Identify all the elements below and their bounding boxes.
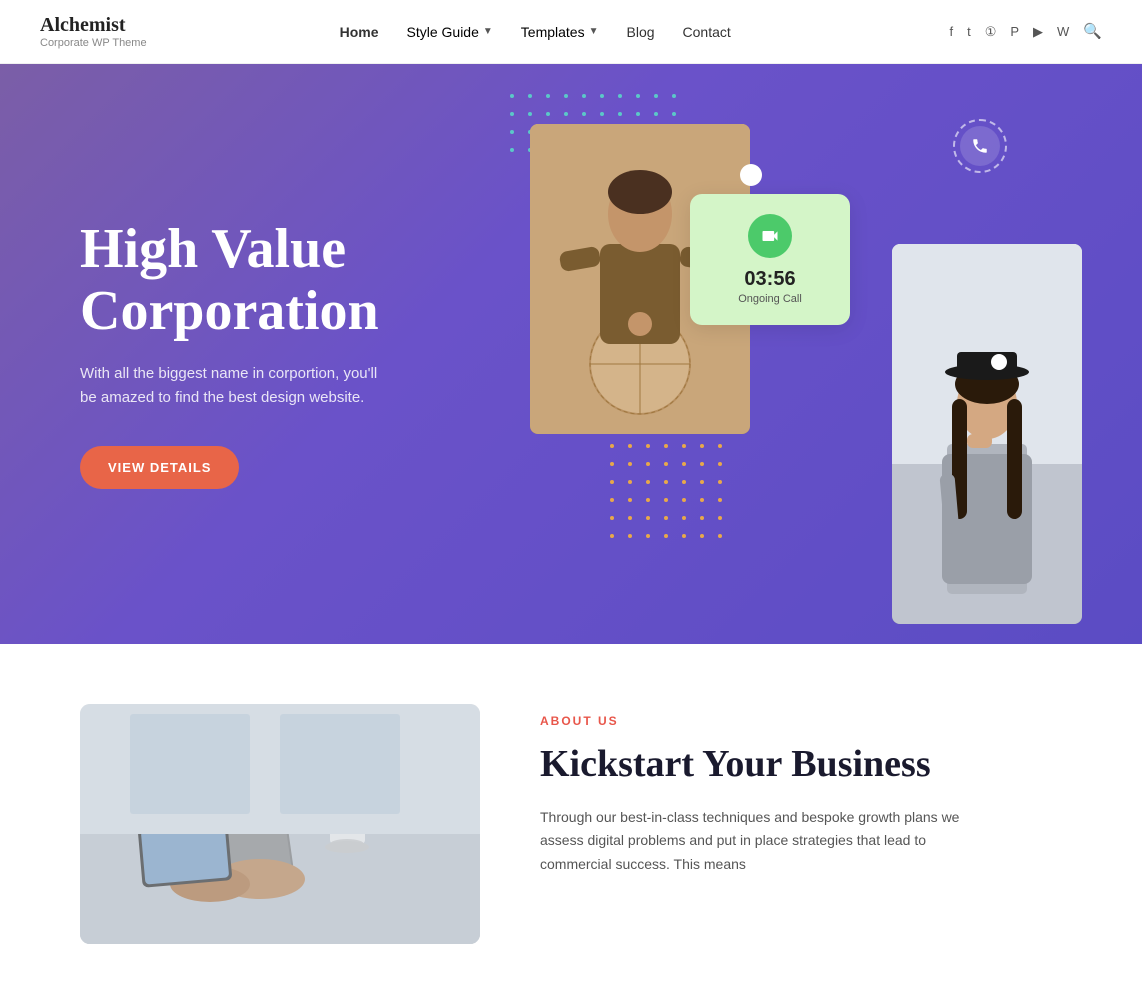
facebook-icon[interactable]: f	[949, 24, 953, 39]
hero-visual: const tealGrid = document.currentScript.…	[450, 64, 1142, 644]
hero-content: High Value Corporation With all the bigg…	[0, 159, 450, 549]
twitter-icon[interactable]: t	[967, 24, 971, 39]
chevron-down-icon: ▼	[483, 26, 493, 37]
nav-blog[interactable]: Blog	[627, 24, 655, 40]
social-icons:  f t ① P ▶ W 🔍	[924, 22, 1102, 41]
about-label: ABOUT US	[540, 714, 1062, 728]
wordpress-icon[interactable]: W	[1057, 24, 1069, 39]
call-status: Ongoing Call	[706, 293, 834, 305]
circle-decoration-2	[991, 354, 1007, 370]
video-call-icon	[748, 214, 792, 258]
view-details-button[interactable]: VIEW DETAILS	[80, 446, 239, 489]
circle-decoration-1	[740, 164, 762, 186]
about-section: ABOUT US Kickstart Your Business Through…	[0, 644, 1142, 1004]
office-photo	[80, 704, 480, 944]
dot-grid-orange: const orangeGrid = document.currentScrip…	[610, 444, 728, 544]
nav-home[interactable]: Home	[340, 24, 379, 40]
hero-subtitle: With all the biggest name in corportion,…	[80, 362, 380, 410]
navbar: Alchemist Corporate WP Theme Home Style …	[0, 0, 1142, 64]
chevron-down-icon: ▼	[589, 26, 599, 37]
nav-links: Home Style Guide ▼ Templates ▼ Blog Cont…	[340, 24, 731, 40]
nav-contact[interactable]: Contact	[683, 24, 731, 40]
photo-card-woman	[892, 244, 1082, 624]
facebook-icon[interactable]: 	[924, 23, 936, 40]
woman-photo	[892, 244, 1082, 624]
search-icon[interactable]: 🔍	[1083, 22, 1102, 41]
call-timer: 03:56	[706, 268, 834, 291]
pinterest-icon[interactable]: P	[1010, 24, 1019, 39]
youtube-icon[interactable]: ▶	[1033, 24, 1043, 40]
hero-section: High Value Corporation With all the bigg…	[0, 64, 1142, 644]
phone-circle-decoration	[953, 119, 1007, 173]
about-text: Through our best-in-class techniques and…	[540, 806, 1000, 877]
about-title: Kickstart Your Business	[540, 742, 1062, 788]
instagram-icon[interactable]: ①	[985, 24, 997, 40]
about-image	[80, 704, 480, 944]
logo-tagline: Corporate WP Theme	[40, 37, 147, 49]
about-content: ABOUT US Kickstart Your Business Through…	[540, 704, 1062, 944]
logo: Alchemist Corporate WP Theme	[40, 14, 147, 49]
nav-style-guide[interactable]: Style Guide ▼	[407, 24, 493, 40]
logo-name: Alchemist	[40, 14, 147, 37]
nav-templates[interactable]: Templates ▼	[521, 24, 599, 40]
phone-icon	[960, 126, 1000, 166]
call-card: 03:56 Ongoing Call	[690, 194, 850, 325]
hero-title: High Value Corporation	[80, 219, 390, 342]
